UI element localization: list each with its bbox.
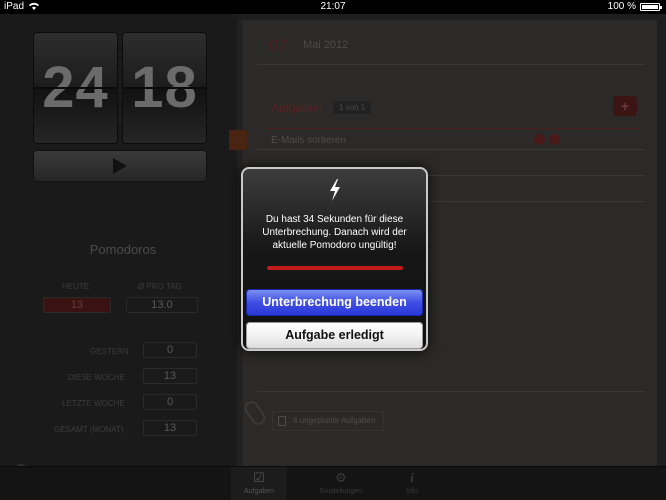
unplanned-label: ungeplante Aufgaben (299, 416, 376, 425)
stat-label: GESTERN (90, 347, 129, 356)
info-icon: i (410, 470, 414, 485)
tab-info[interactable]: i Info (384, 467, 440, 500)
seconds-flip-card: 18 (122, 32, 207, 144)
stat-value: 0 (143, 394, 197, 410)
stat-value: 13 (143, 420, 197, 436)
interruption-dialog: Du hast 34 Sekunden für diese Unterbrech… (241, 167, 428, 351)
stat-label: LETZTE WOCHE (62, 399, 125, 408)
check-icon[interactable] (534, 134, 545, 145)
notebook-rule (257, 391, 645, 392)
today-value: 13 (43, 297, 111, 313)
clock-time: 21:07 (320, 1, 346, 12)
play-button[interactable] (33, 150, 207, 182)
average-label: Ø PRO TAG (138, 282, 182, 291)
play-icon (113, 158, 127, 174)
tab-label: Einstellungen (319, 488, 363, 495)
task-item-title[interactable]: E-Mails sortieren (271, 135, 346, 146)
end-interruption-button[interactable]: Unterbrechung beenden (246, 289, 423, 316)
tab-label: Info (406, 488, 418, 495)
minutes-flip-card: 24 (33, 32, 118, 144)
date-day: 07 (269, 36, 288, 55)
battery-text: 100 % (607, 1, 636, 12)
tasks-header-rule (265, 128, 639, 129)
date-month-year: Mai 2012 (303, 39, 349, 51)
interruption-message: Du hast 34 Sekunden für diese Unterbrech… (262, 214, 407, 251)
gear-icon: ⚙ (335, 470, 347, 485)
clock-icon[interactable] (549, 134, 560, 145)
tasks-title: Aufgaben (271, 101, 323, 115)
tab-bar: ☑ Aufgaben ⚙ Einstellungen i Info (0, 466, 666, 500)
timer-panel: 24 18 Pomodoros HEUTE Ø PRO TAG 13 13.0 … (0, 14, 237, 466)
battery-fill (642, 5, 658, 9)
document-icon (278, 416, 286, 426)
interruption-progress-fill (267, 266, 403, 270)
pomodoros-title: Pomodoros (89, 242, 157, 257)
notebook-rule (257, 64, 645, 65)
flip-hinge (33, 87, 118, 89)
notebook-rule (257, 149, 645, 150)
tab-aufgaben[interactable]: ☑ Aufgaben (231, 467, 287, 500)
tab-label: Aufgaben (244, 488, 274, 495)
stat-value: 0 (143, 342, 197, 358)
stat-label: DIESE WOCHE (68, 373, 125, 382)
stat-value: 13 (143, 368, 197, 384)
unplanned-count: 4 (293, 416, 298, 425)
average-value: 13.0 (126, 297, 198, 313)
unplanned-tasks-button[interactable]: 4 ungeplante Aufgaben (272, 411, 385, 431)
tasks-count-badge: 1 von 1 (333, 101, 372, 114)
status-bar: iPad 21:07 100 % (0, 0, 666, 14)
flip-hinge (122, 87, 207, 89)
bookmark-tab (229, 130, 247, 150)
battery-icon (640, 3, 662, 11)
stat-label: GESAMT (MONAT) (54, 425, 124, 434)
task-done-button[interactable]: Aufgabe erledigt (246, 322, 423, 349)
lightning-icon (243, 179, 426, 207)
tab-einstellungen[interactable]: ⚙ Einstellungen (313, 467, 369, 500)
add-task-button[interactable]: + (613, 96, 637, 116)
checklist-icon: ☑ (253, 470, 265, 485)
interruption-progress-bar (267, 266, 403, 270)
today-label: HEUTE (62, 282, 90, 291)
